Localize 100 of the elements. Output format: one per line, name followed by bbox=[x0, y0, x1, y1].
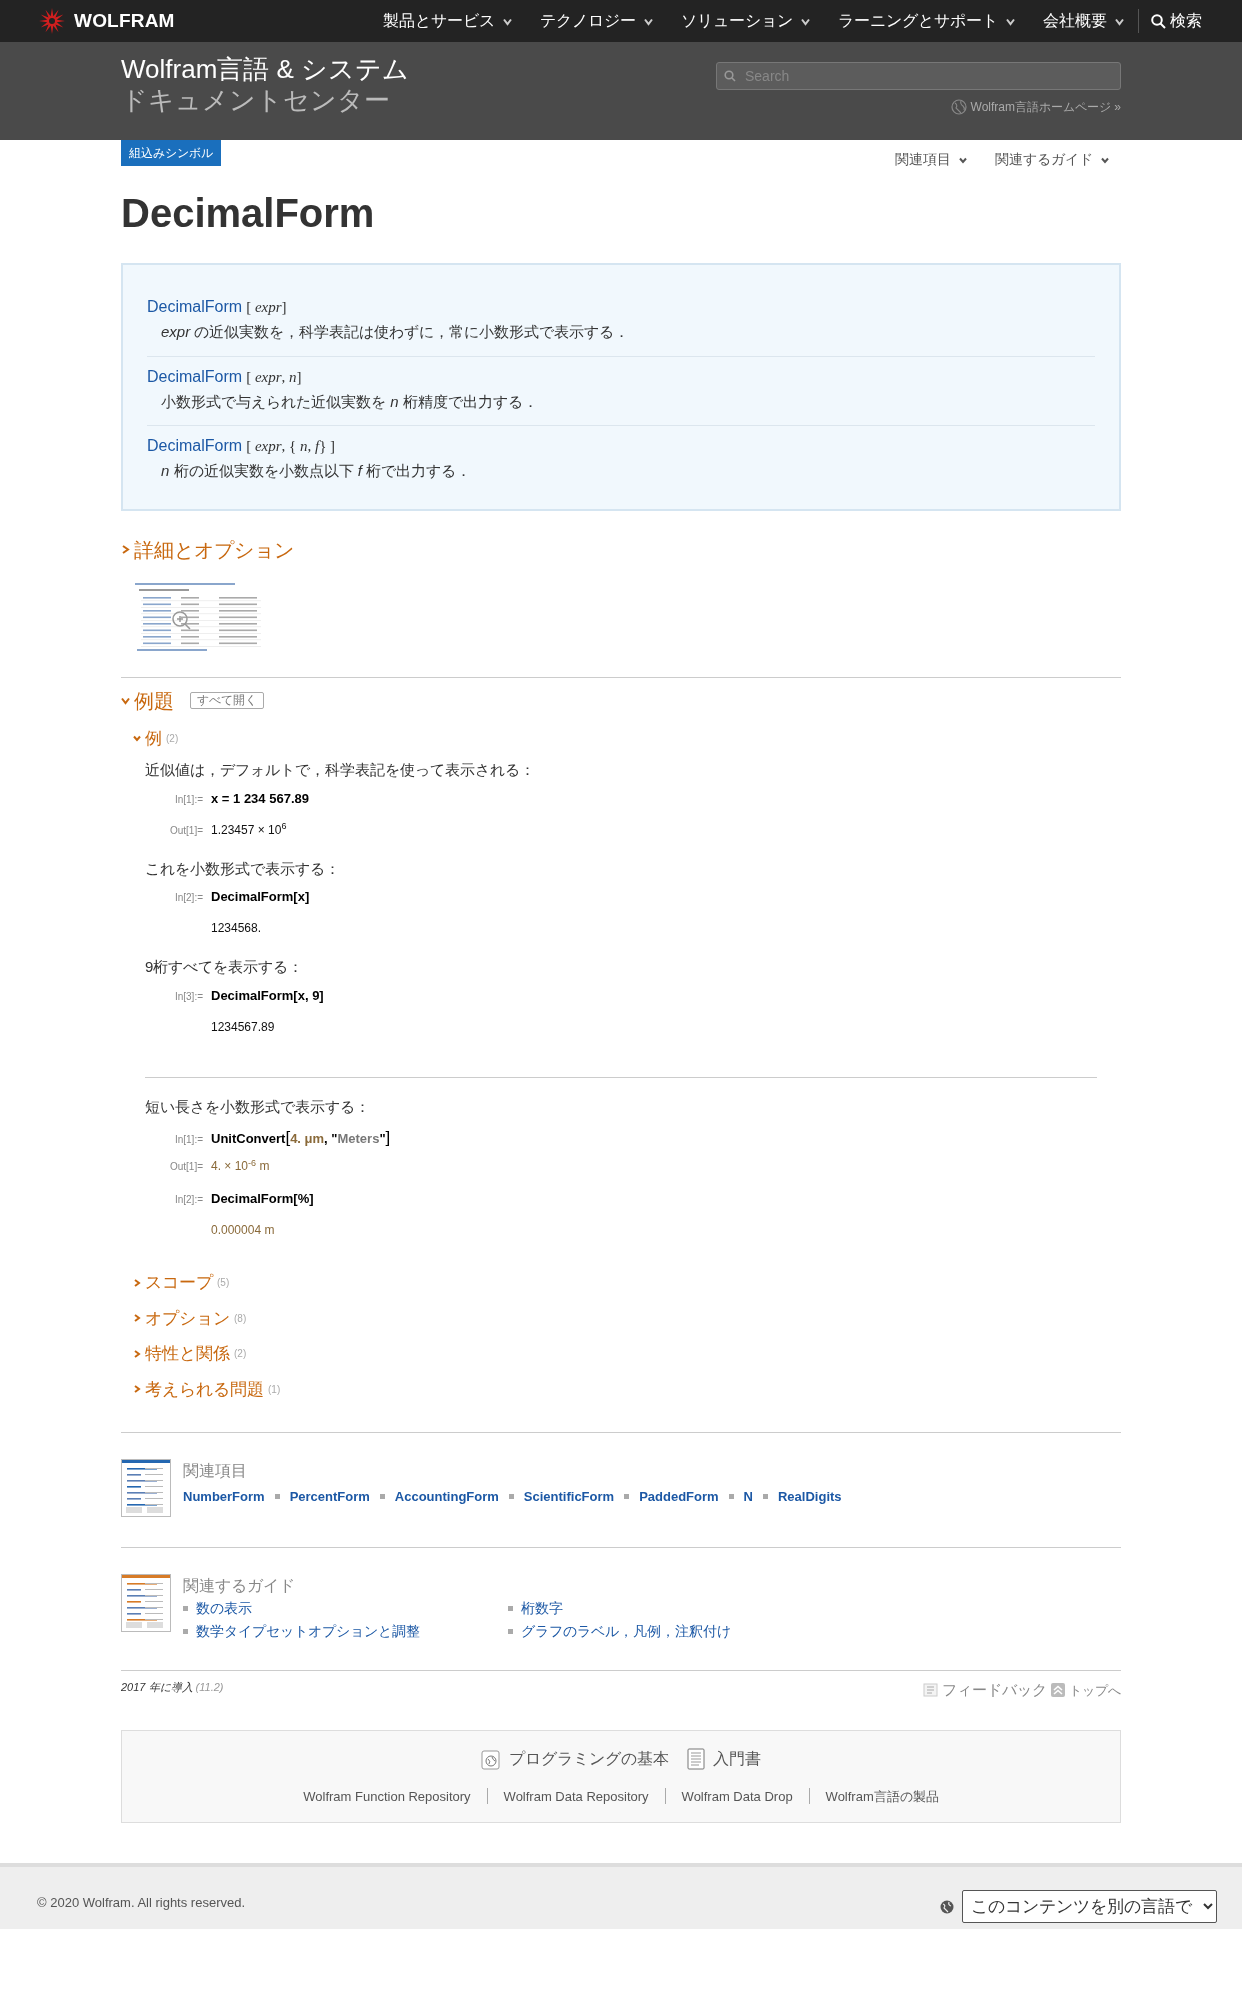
logo-text[interactable]: WOLFRAM bbox=[74, 6, 175, 36]
chevron-down-icon bbox=[959, 155, 967, 164]
bullet-icon bbox=[183, 1606, 188, 1611]
search-icon bbox=[724, 70, 736, 82]
input-code: DecimalForm[x, 9] bbox=[211, 986, 324, 1005]
example-text: 9桁すべてを表示する： bbox=[145, 957, 305, 977]
input-code: x = 1 234 567.89 bbox=[211, 789, 309, 808]
page-title: DecimalForm bbox=[121, 190, 376, 237]
related-link[interactable]: AccountingForm bbox=[394, 1487, 499, 1507]
nav-menu[interactable]: 製品とサービス bbox=[383, 9, 512, 33]
guide-link[interactable]: 数の表示 bbox=[196, 1598, 252, 1619]
function-arguments: [ expr] bbox=[246, 298, 287, 317]
example-count: (8) bbox=[234, 1311, 247, 1326]
book-icon bbox=[687, 1747, 705, 1770]
bullet-icon bbox=[508, 1606, 513, 1611]
subsection-toggle[interactable]: スコープ bbox=[133, 1270, 213, 1296]
section-heading: 関連するガイド bbox=[183, 1576, 296, 1596]
output-value: 1.23457 × 10$^{6}$ bbox=[211, 820, 287, 839]
usage-description: n 桁の近似実数を小数点以下 f 桁で出力する． bbox=[160, 461, 473, 481]
output-value: 1234568. bbox=[211, 920, 262, 937]
related-link[interactable]: NumberForm bbox=[183, 1487, 265, 1507]
dropdown-button[interactable]: 関連項目 bbox=[889, 148, 973, 171]
input-code: DecimalForm[%] bbox=[211, 1190, 314, 1208]
bullet-icon bbox=[508, 1629, 513, 1634]
chevron-down-icon bbox=[1115, 16, 1124, 26]
language-select[interactable]: このコンテンツを別の言語で bbox=[962, 1890, 1217, 1923]
bullet-icon bbox=[624, 1494, 630, 1500]
input-label: In[1]:= bbox=[173, 792, 203, 807]
resource-link[interactable]: 入門書 bbox=[687, 1746, 761, 1771]
example-count: (5) bbox=[217, 1276, 230, 1291]
related-link[interactable]: PaddedForm bbox=[639, 1487, 719, 1507]
input-code: DecimalForm[x] bbox=[211, 888, 310, 906]
bullet-icon bbox=[274, 1494, 280, 1500]
usage-description: expr の近似実数を，科学表記は使わずに，常に小数形式で表示する． bbox=[160, 322, 631, 342]
bullet-icon bbox=[508, 1494, 514, 1500]
dropdown-button[interactable]: 関連するガイド bbox=[989, 148, 1115, 171]
resource-link[interactable]: Wolfram言語の製品 bbox=[825, 1786, 939, 1806]
globe-document-icon bbox=[481, 1747, 501, 1770]
input-label: In[1]:= bbox=[173, 1133, 203, 1147]
related-link[interactable]: PercentForm bbox=[289, 1487, 370, 1507]
section-toggle[interactable]: 例題 bbox=[121, 685, 174, 716]
expand-all-button[interactable]: すべて開く bbox=[190, 692, 264, 709]
function-arguments: [ expr, { n, f} ] bbox=[246, 437, 336, 456]
input-label: In[2]:= bbox=[173, 891, 203, 905]
function-arguments: [ expr, n] bbox=[246, 367, 302, 387]
home-link[interactable]: Wolfram言語ホームページ » bbox=[970, 98, 1121, 116]
globe-icon bbox=[940, 1899, 954, 1914]
related-link[interactable]: ScientificForm bbox=[523, 1487, 615, 1507]
section-heading: 関連項目 bbox=[183, 1461, 248, 1481]
chevron-down-icon bbox=[1101, 155, 1109, 164]
bullet-icon bbox=[379, 1494, 385, 1500]
example-count: (2) bbox=[166, 731, 179, 746]
search-button[interactable]: 検索 bbox=[1138, 9, 1202, 33]
subsection-toggle[interactable]: 考えられる問題 bbox=[133, 1376, 264, 1402]
introduced-note: 2017 年に導入 (11.2) bbox=[121, 1680, 224, 1695]
guide-link[interactable]: グラフのラベル，凡例，注釈付け bbox=[521, 1621, 731, 1642]
bullet-icon bbox=[183, 1629, 188, 1634]
output-value: 1234567.89 bbox=[211, 1018, 275, 1036]
section-title: Wolfram言語 & システム bbox=[121, 54, 410, 86]
output-label: Out[1]= bbox=[168, 823, 203, 838]
resource-link[interactable]: Wolfram Function Repository bbox=[303, 1786, 471, 1806]
resource-link[interactable]: Wolfram Data Repository bbox=[503, 1786, 649, 1806]
related-link[interactable]: N bbox=[743, 1487, 753, 1507]
chevron-down-icon bbox=[801, 16, 810, 26]
feedback-link[interactable]: フィードバック bbox=[922, 1679, 1047, 1702]
nav-menu[interactable]: 会社概要 bbox=[1043, 9, 1124, 33]
search-icon bbox=[1151, 13, 1166, 29]
chevron-down-icon bbox=[503, 16, 512, 26]
guide-link[interactable]: 数学タイプセットオプションと調整 bbox=[196, 1621, 420, 1642]
input-label: In[3]:= bbox=[173, 989, 203, 1004]
resource-link[interactable]: プログラミングの基本 bbox=[481, 1746, 669, 1771]
resource-link[interactable]: Wolfram Data Drop bbox=[681, 1786, 793, 1806]
bullet-icon bbox=[763, 1494, 768, 1500]
guide-link[interactable]: 桁数字 bbox=[521, 1598, 563, 1619]
example-count: (1) bbox=[268, 1382, 281, 1397]
subsection-toggle[interactable]: 特性と関係 bbox=[133, 1341, 230, 1367]
function-link[interactable]: DecimalForm bbox=[147, 434, 243, 458]
example-text: これを小数形式で表示する： bbox=[145, 858, 341, 879]
nav-menu[interactable]: テクノロジー bbox=[540, 9, 653, 33]
related-link[interactable]: RealDigits bbox=[778, 1487, 842, 1507]
function-link[interactable]: DecimalForm bbox=[147, 364, 243, 389]
section-subtitle: ドキュメントセンター bbox=[121, 85, 391, 117]
document-icon bbox=[121, 1574, 171, 1632]
chevron-down-icon bbox=[1006, 16, 1015, 26]
bullet-icon bbox=[728, 1494, 734, 1500]
subsection-toggle[interactable]: オプション bbox=[133, 1305, 230, 1331]
top-link[interactable]: トップへ bbox=[1051, 1680, 1121, 1700]
globe-icon bbox=[950, 99, 967, 115]
nav-menu[interactable]: ラーニングとサポート bbox=[838, 9, 1015, 33]
function-link[interactable]: DecimalForm bbox=[147, 295, 243, 319]
example-count: (2) bbox=[234, 1347, 247, 1362]
section-toggle[interactable]: 詳細とオプション bbox=[121, 534, 294, 565]
input-code: UnitConvert[4. μm, "Meters"] bbox=[211, 1127, 391, 1149]
output-value: 0.000004 m bbox=[211, 1222, 275, 1239]
subsection-toggle[interactable]: 例 bbox=[133, 725, 162, 751]
nav-menu[interactable]: ソリューション bbox=[681, 9, 810, 33]
example-text: 近似値は，デフォルトで，科学表記を使って表示される： bbox=[145, 760, 536, 780]
usage-description: 小数形式で与えられた近似実数を n 桁精度で出力する． bbox=[160, 391, 539, 412]
document-icon bbox=[121, 1459, 171, 1517]
input-label: In[2]:= bbox=[173, 1193, 203, 1207]
